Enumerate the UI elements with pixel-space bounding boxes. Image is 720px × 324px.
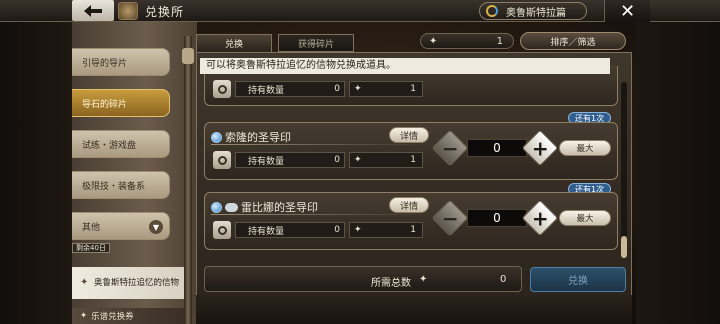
days-remaining-badge: 剩余40日 [72, 243, 110, 253]
decrease-button[interactable]: − [431, 199, 469, 237]
max-button[interactable]: 最大 [559, 140, 611, 156]
increase-button[interactable]: + [521, 199, 559, 237]
bottom-fade [196, 295, 632, 324]
held-value: 0 [334, 225, 340, 235]
detail-button[interactable]: 详情 [389, 127, 429, 143]
event-switch-button[interactable]: 奥鲁斯特拉篇 [479, 2, 587, 20]
sidebar-item-guide-stone-shards[interactable]: 导石的碎片 [72, 89, 170, 117]
sidebar: 引导的导片 导石的碎片 试练・游戏盘 极限技・装备系 其他 ▼ ✦ 奥鲁斯特拉追… [72, 22, 197, 324]
total-label: 所需总数 [371, 278, 411, 289]
max-button[interactable]: 最大 [559, 210, 611, 226]
divider [211, 144, 431, 145]
shop-emblem-icon [118, 2, 138, 20]
item-card: 雷比娜的圣导印 详情 持有数量 0 ✦ 1 − 0 + 最大 [204, 192, 618, 250]
sidebar-item-limit-equipment[interactable]: 极限技・装备系 [72, 171, 170, 199]
right-decoration [636, 22, 720, 324]
tab-obtain-shards[interactable]: 获得碎片 [278, 34, 354, 52]
plus-icon: + [531, 205, 549, 230]
refresh-icon [486, 5, 498, 17]
item-card: 索隆的圣导印 详情 持有数量 0 ✦ 1 − 0 + 最大 [204, 122, 618, 180]
gem-icon [211, 131, 222, 143]
tab-exchange[interactable]: 兑换 [196, 34, 272, 52]
star-icon: ✦ [80, 277, 89, 288]
magnify-icon[interactable] [213, 151, 231, 169]
shard-icon: ✦ [354, 224, 362, 235]
total-bar: 所需总数 ✦ 0 [204, 266, 522, 292]
info-text: 可以将奥鲁斯特拉追忆的信物兑换成道具。 [200, 58, 610, 74]
minus-icon: − [441, 135, 459, 160]
cost-value: 1 [410, 225, 416, 235]
star-icon: ✦ [80, 311, 88, 321]
held-label: 持有数量 [248, 156, 285, 167]
scrollbar[interactable] [621, 82, 627, 258]
shard-icon: ✦ [419, 274, 428, 285]
sort-filter-button[interactable]: 排序／筛选 [520, 32, 626, 50]
decrease-button[interactable]: − [431, 129, 469, 167]
held-count-row: 持有数量 0 [235, 152, 345, 168]
held-label: 持有数量 [248, 85, 285, 96]
held-value: 0 [334, 155, 340, 165]
item-name: 雷比娜的圣导印 [241, 201, 318, 214]
shard-holdings: ✦ 1 [420, 33, 514, 49]
item-name: 索隆的圣导印 [225, 131, 291, 144]
total-value: 0 [500, 274, 507, 285]
back-arrow-icon [84, 4, 102, 17]
cost-row: ✦ 1 [349, 222, 423, 238]
sidebar-item-other-label: 其他 [82, 222, 101, 233]
sidebar-subitem-label: 奥鲁斯特拉追忆的信物 [94, 278, 180, 288]
cost-value: 1 [410, 155, 416, 165]
sidebar-subitem-memento[interactable]: ✦ 奥鲁斯特拉追忆的信物 [72, 267, 186, 299]
scrollbar-thumb[interactable] [621, 236, 627, 258]
left-decoration [0, 0, 72, 324]
quantity-display: 0 [467, 139, 527, 157]
held-value: 0 [334, 84, 340, 94]
magnify-icon[interactable] [213, 80, 231, 98]
shard-icon: ✦ [354, 83, 362, 94]
magnify-icon[interactable] [213, 221, 231, 239]
shard-holdings-value: 1 [496, 35, 503, 47]
minus-icon: − [441, 205, 459, 230]
detail-button[interactable]: 详情 [389, 197, 429, 213]
shard-icon: ✦ [354, 154, 362, 165]
sidebar-item-trial-boards[interactable]: 试练・游戏盘 [72, 130, 170, 158]
chevron-down-icon: ▼ [149, 220, 163, 234]
increase-button[interactable]: + [521, 129, 559, 167]
held-count-row: 持有数量 0 [235, 81, 345, 97]
event-switch-label: 奥鲁斯特拉篇 [506, 7, 566, 19]
back-button[interactable] [72, 0, 114, 21]
close-button[interactable]: ✕ [604, 0, 650, 22]
sidebar-rail-knob[interactable] [182, 48, 194, 64]
sidebar-subitem2-label: 乐谱兑换券 [91, 312, 134, 322]
cost-value: 1 [410, 84, 416, 94]
shard-icon: ✦ [429, 35, 438, 47]
cloud-icon [225, 202, 238, 212]
sidebar-item-other[interactable]: 其他 ▼ [72, 212, 170, 240]
divider [211, 214, 431, 215]
sidebar-subitem-score[interactable]: ✦ 乐谱兑换券 [72, 308, 186, 324]
plus-icon: + [531, 135, 549, 160]
cost-row: ✦ 1 [349, 152, 423, 168]
cost-row: ✦ 1 [349, 81, 423, 97]
held-count-row: 持有数量 0 [235, 222, 345, 238]
sidebar-item-guide-shards[interactable]: 引导的导片 [72, 48, 170, 76]
exchange-button[interactable]: 兑换 [530, 267, 626, 292]
quantity-display: 0 [467, 209, 527, 227]
held-label: 持有数量 [248, 226, 285, 237]
sidebar-rail [184, 36, 192, 324]
page-title: 兑换所 [145, 5, 185, 19]
gem-icon [211, 201, 222, 213]
